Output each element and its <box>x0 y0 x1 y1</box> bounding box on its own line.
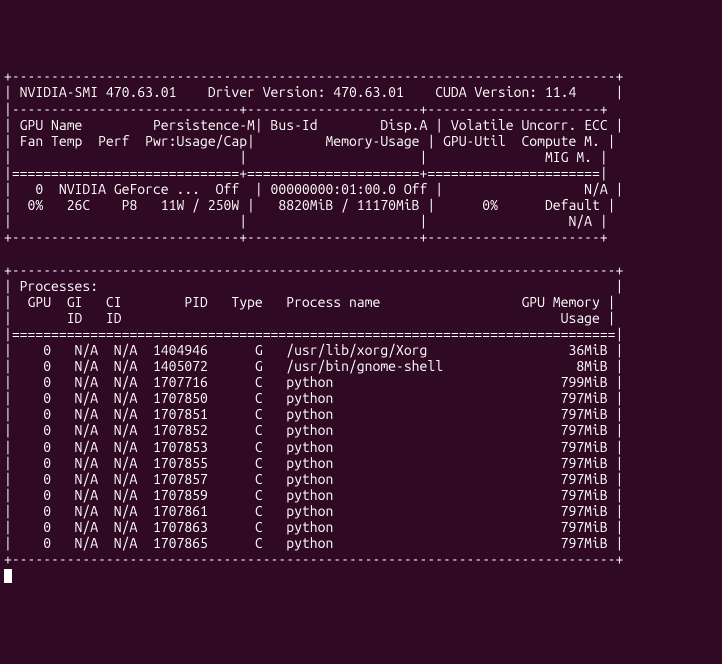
terminal-line: | Fan Temp Perf Pwr:Usage/Cap| Memory-Us… <box>4 133 718 149</box>
terminal-line: | 0 N/A N/A 1707853 C python 797MiB | <box>4 439 718 455</box>
terminal-line: | NVIDIA-SMI 470.63.01 Driver Version: 4… <box>4 84 718 100</box>
terminal-line: | 0 N/A N/A 1707716 C python 799MiB | <box>4 374 718 390</box>
terminal-line: | 0 N/A N/A 1707859 C python 797MiB | <box>4 487 718 503</box>
terminal-line: | 0 N/A N/A 1707857 C python 797MiB | <box>4 471 718 487</box>
terminal-line: +-----------------------------+---------… <box>4 229 718 245</box>
terminal-line: +---------------------------------------… <box>4 68 718 84</box>
terminal-line: +---------------------------------------… <box>4 551 718 567</box>
terminal-line: | 0 N/A N/A 1707865 C python 797MiB | <box>4 535 718 551</box>
terminal-line: | 0 N/A N/A 1707855 C python 797MiB | <box>4 455 718 471</box>
terminal-line <box>4 245 718 261</box>
terminal-line: | GPU Name Persistence-M| Bus-Id Disp.A … <box>4 117 718 133</box>
terminal-line: | 0 N/A N/A 1405072 G /usr/bin/gnome-she… <box>4 358 718 374</box>
terminal-line: +---------------------------------------… <box>4 262 718 278</box>
terminal-line: | 0% 26C P8 11W / 250W | 8820MiB / 11170… <box>4 197 718 213</box>
terminal-line: | 0 N/A N/A 1707861 C python 797MiB | <box>4 503 718 519</box>
terminal-line: | 0 N/A N/A 1707852 C python 797MiB | <box>4 422 718 438</box>
terminal-line: | 0 N/A N/A 1404946 G /usr/lib/xorg/Xorg… <box>4 342 718 358</box>
terminal-line: |-----------------------------+---------… <box>4 101 718 117</box>
terminal-line: | 0 N/A N/A 1707863 C python 797MiB | <box>4 519 718 535</box>
terminal-line: | 0 NVIDIA GeForce ... Off | 00000000:01… <box>4 181 718 197</box>
terminal-line: | ID ID Usage | <box>4 310 718 326</box>
terminal-line: | | | N/A | <box>4 213 718 229</box>
terminal-line: | Processes: | <box>4 278 718 294</box>
terminal-line: | 0 N/A N/A 1707851 C python 797MiB | <box>4 406 718 422</box>
terminal-line: | 0 N/A N/A 1707850 C python 797MiB | <box>4 390 718 406</box>
nvidia-smi-output: +---------------------------------------… <box>4 68 718 583</box>
terminal-line: |=======================================… <box>4 326 718 342</box>
terminal-cursor <box>4 569 12 583</box>
terminal-line: |=============================+=========… <box>4 165 718 181</box>
terminal-line: | GPU GI CI PID Type Process name GPU Me… <box>4 294 718 310</box>
terminal-line: | | | MIG M. | <box>4 149 718 165</box>
